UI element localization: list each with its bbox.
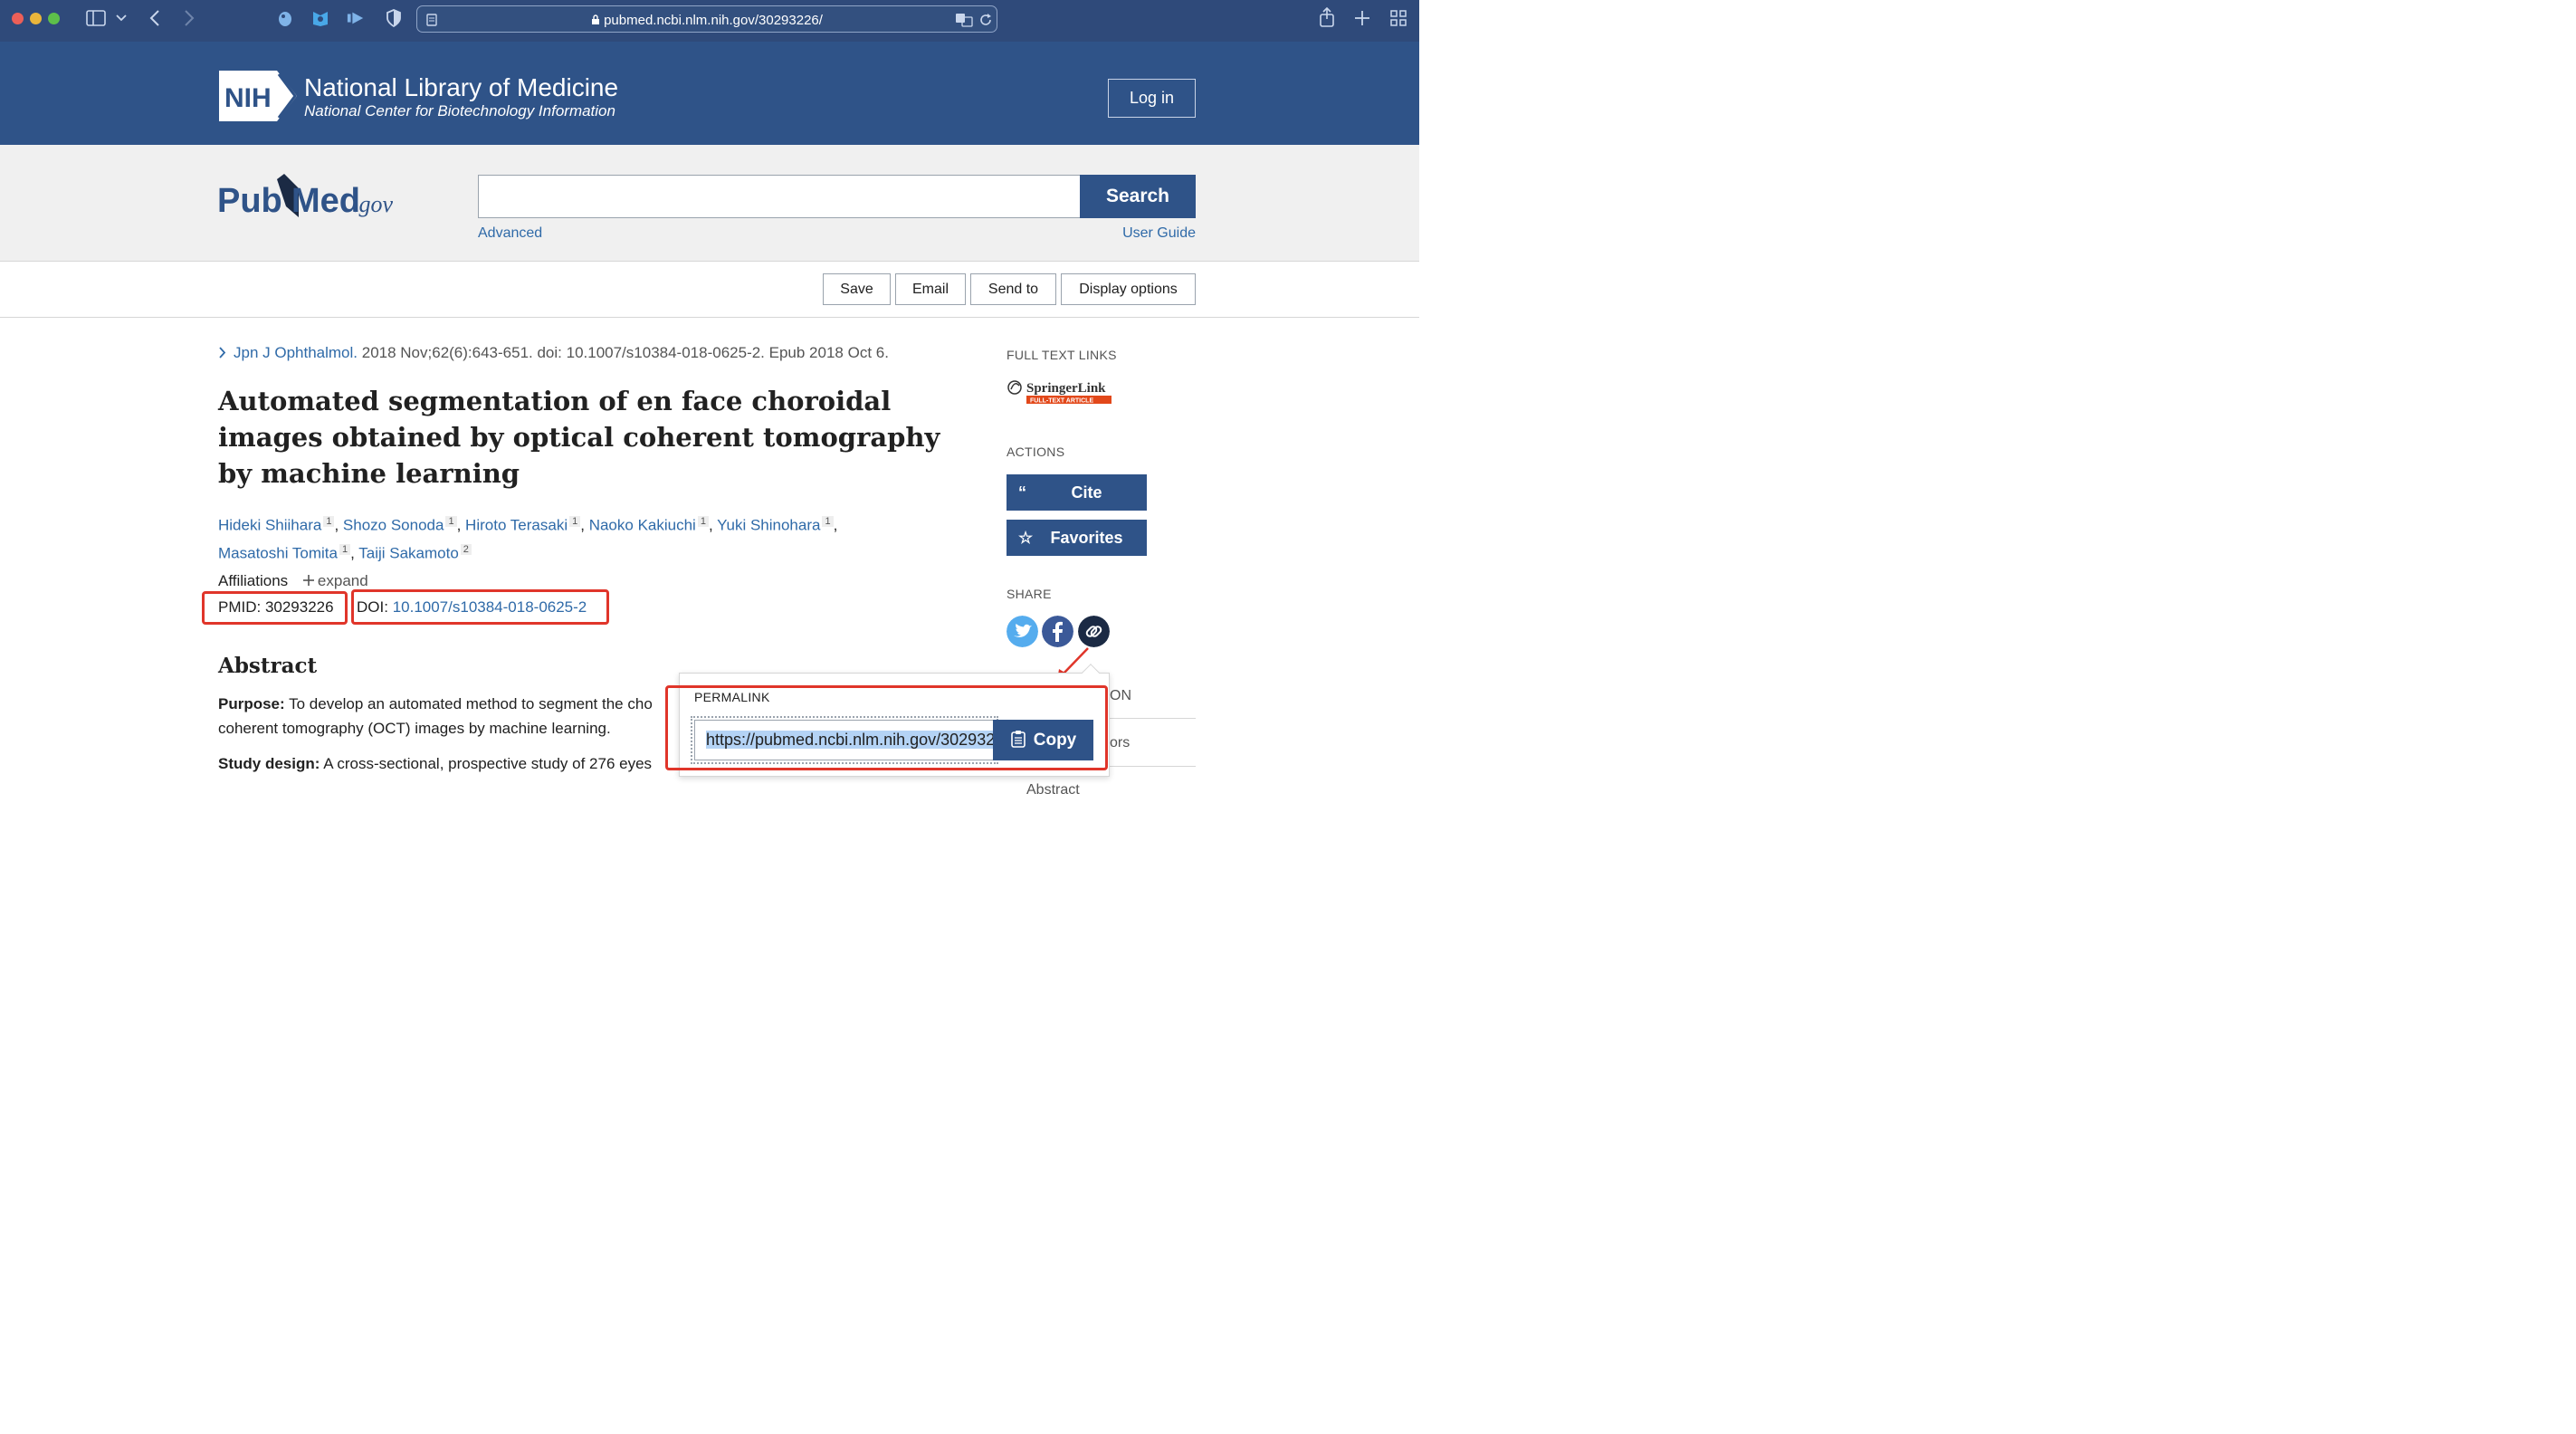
lock-icon xyxy=(592,14,600,24)
action-bar: Save Email Send to Display options xyxy=(0,262,1419,318)
tab-overview-icon[interactable] xyxy=(1390,10,1407,26)
minimize-window-button[interactable] xyxy=(30,13,42,24)
expand-label: expand xyxy=(317,572,368,589)
permalink-highlight-box xyxy=(665,685,1108,770)
springerlink-tag: FULL-TEXT ARTICLE xyxy=(1030,398,1093,405)
sidebar-fragment-on: ON xyxy=(1110,688,1131,703)
advanced-search-link[interactable]: Advanced xyxy=(478,225,542,242)
study-design-label: Study design: xyxy=(218,755,320,772)
shield-icon[interactable] xyxy=(385,9,403,27)
author-link[interactable]: Naoko Kakiuchi xyxy=(589,517,696,534)
purpose-line-1: To develop an automated method to segmen… xyxy=(289,695,653,712)
abstract-study-design: Study design: A cross-sectional, prospec… xyxy=(218,751,652,776)
abstract-purpose: Purpose: To develop an automated method … xyxy=(218,692,653,741)
author-link[interactable]: Hiroto Terasaki xyxy=(465,517,568,534)
pmid-highlight-box xyxy=(202,591,348,625)
author-link[interactable]: Shozo Sonoda xyxy=(343,517,444,534)
affiliations-row: Affiliations expand xyxy=(218,572,368,590)
evernote-icon[interactable] xyxy=(276,9,294,27)
share-heading: SHARE xyxy=(1007,587,1052,601)
affiliations-label: Affiliations xyxy=(218,572,289,589)
chevron-right-icon[interactable] xyxy=(218,347,226,358)
citation-line: Jpn J Ophthalmol. 2018 Nov;62(6):643-651… xyxy=(218,344,889,362)
pubmed-logo[interactable]: Pub Med .gov xyxy=(217,168,407,225)
affiliation-number[interactable]: 1 xyxy=(569,516,581,527)
plus-icon xyxy=(302,575,314,586)
affiliation-number[interactable]: 1 xyxy=(697,516,709,527)
affiliation-number[interactable]: 1 xyxy=(822,516,834,527)
study-design-text: A cross-sectional, prospective study of … xyxy=(323,755,653,772)
address-bar[interactable]: pubmed.ncbi.nlm.nih.gov/30293226/ xyxy=(416,5,997,33)
url: pubmed.ncbi.nlm.nih.gov/30293226/ xyxy=(604,13,823,28)
facebook-icon[interactable] xyxy=(1042,616,1073,647)
author-separator: , xyxy=(833,516,838,534)
author-link[interactable]: Yuki Shinohara xyxy=(717,517,820,534)
login-button[interactable]: Log in xyxy=(1108,79,1196,118)
author-separator: , xyxy=(456,516,466,534)
share-icon[interactable] xyxy=(1319,7,1335,27)
permalink-icon[interactable] xyxy=(1078,616,1110,647)
purpose-line-2: coherent tomography (OCT) images by mach… xyxy=(218,720,611,737)
close-window-button[interactable] xyxy=(12,13,24,24)
cite-button[interactable]: “ Cite xyxy=(1007,474,1147,511)
email-button[interactable]: Email xyxy=(895,273,966,305)
full-text-links-heading: FULL TEXT LINKS xyxy=(1007,348,1117,362)
save-button[interactable]: Save xyxy=(823,273,891,305)
affiliation-number[interactable]: 1 xyxy=(445,516,457,527)
springerlink-button[interactable]: SpringerLink FULL-TEXT ARTICLE xyxy=(1007,377,1113,406)
author-link[interactable]: Masatoshi Tomita xyxy=(218,544,338,561)
favorites-label: Favorites xyxy=(1050,529,1123,547)
sidebar-fragment-abstract[interactable]: Abstract xyxy=(1026,782,1080,798)
nih-logo[interactable]: NIH xyxy=(219,71,297,121)
expand-affiliations-button[interactable]: expand xyxy=(302,572,368,589)
affiliation-number[interactable]: 1 xyxy=(323,516,335,527)
search-input[interactable] xyxy=(478,175,1081,218)
user-guide-link[interactable]: User Guide xyxy=(1122,225,1196,242)
nih-subtitle: National Center for Biotechnology Inform… xyxy=(304,102,615,120)
send-to-button[interactable]: Send to xyxy=(970,273,1056,305)
author-separator: , xyxy=(334,516,343,534)
author-separator: , xyxy=(350,544,359,562)
springerlink-name: SpringerLink xyxy=(1026,381,1106,396)
chevron-down-icon[interactable] xyxy=(116,14,127,22)
author-link[interactable]: Hideki Shiihara xyxy=(218,517,321,534)
favorites-button[interactable]: ☆ Favorites xyxy=(1007,520,1147,556)
back-icon[interactable] xyxy=(149,10,160,26)
cite-label: Cite xyxy=(1071,483,1102,502)
actions-heading: ACTIONS xyxy=(1007,445,1065,459)
new-tab-icon[interactable] xyxy=(1355,11,1369,25)
purpose-label: Purpose: xyxy=(218,695,285,712)
citation-details: 2018 Nov;62(6):643-651. doi: 10.1007/s10… xyxy=(358,344,889,361)
zoom-window-button[interactable] xyxy=(48,13,60,24)
article-title: Automated segmentation of en face choroi… xyxy=(218,386,940,489)
reload-icon[interactable] xyxy=(978,13,993,27)
affiliation-number[interactable]: 1 xyxy=(339,543,351,555)
display-options-button[interactable]: Display options xyxy=(1061,273,1196,305)
nih-logo-text: NIH xyxy=(224,83,272,113)
search-band: Pub Med .gov Search Advanced User Guide xyxy=(0,145,1419,262)
author-link[interactable]: Taiji Sakamoto xyxy=(358,544,459,561)
url-text: pubmed.ncbi.nlm.nih.gov/30293226/ xyxy=(417,13,997,28)
browser-toolbar: pubmed.ncbi.nlm.nih.gov/30293226/ xyxy=(0,0,1419,42)
journal-link[interactable]: Jpn J Ophthalmol. xyxy=(234,344,358,361)
author-separator: , xyxy=(580,516,589,534)
sidebar-icon[interactable] xyxy=(86,10,106,26)
author-separator: , xyxy=(708,516,718,534)
abstract-heading: Abstract xyxy=(218,654,318,678)
affiliation-number[interactable]: 2 xyxy=(460,543,472,555)
translate-icon[interactable] xyxy=(955,13,973,27)
nih-banner: NIH National Library of Medicine Nationa… xyxy=(0,42,1419,145)
author-list: Hideki Shiihara 1, Shozo Sonoda 1, Hiroto … xyxy=(218,510,906,565)
sidebar-fragment-ors: ors xyxy=(1110,735,1131,750)
doi-highlight-box xyxy=(351,589,609,625)
forward-icon[interactable] xyxy=(184,10,195,26)
search-button[interactable]: Search xyxy=(1080,175,1196,218)
extension-icon[interactable] xyxy=(311,9,329,27)
svg-text:.gov: .gov xyxy=(353,191,394,217)
svg-text:Med: Med xyxy=(291,182,360,220)
nih-title[interactable]: National Library of Medicine xyxy=(304,73,618,102)
svg-text:Pub: Pub xyxy=(217,182,282,220)
media-icon[interactable] xyxy=(347,9,365,27)
twitter-icon[interactable] xyxy=(1007,616,1038,647)
